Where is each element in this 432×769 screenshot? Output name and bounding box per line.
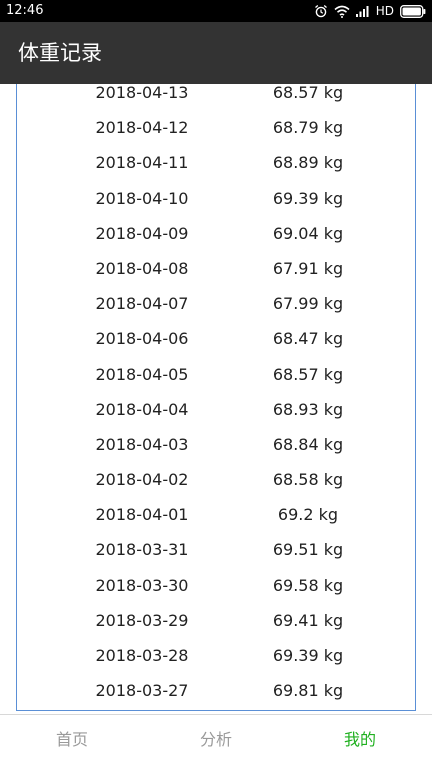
list-item[interactable]: 2018-03-30 69.58 kg bbox=[17, 568, 415, 603]
record-weight: 68.57 kg bbox=[272, 84, 344, 102]
list-item[interactable]: 2018-03-27 69.81 kg bbox=[17, 673, 415, 708]
nav-mine-tab[interactable]: 我的 bbox=[320, 729, 400, 751]
battery-icon bbox=[400, 4, 426, 18]
record-weight: 68.58 kg bbox=[272, 470, 344, 490]
status-time: 12:46 bbox=[6, 3, 44, 18]
bottom-nav: 首页 分析 我的 bbox=[0, 714, 432, 769]
record-weight: 68.57 kg bbox=[272, 364, 344, 384]
list-item[interactable]: 2018-03-28 69.39 kg bbox=[17, 638, 415, 673]
network-type-label: HD bbox=[375, 4, 394, 18]
status-icons: HD bbox=[314, 3, 426, 19]
record-weight: 69.41 kg bbox=[272, 610, 344, 630]
record-weight: 67.99 kg bbox=[272, 294, 344, 314]
record-weight: 67.91 kg bbox=[272, 258, 344, 278]
weight-record-list[interactable]: 2018-04-13 68.57 kg 2018-04-12 68.79 kg 2018… bbox=[16, 84, 416, 711]
record-weight: 68.93 kg bbox=[272, 399, 344, 419]
list-item[interactable]: 2018-03-29 69.41 kg bbox=[17, 603, 415, 638]
wifi-icon bbox=[334, 5, 350, 18]
record-weight: 69.04 kg bbox=[272, 223, 344, 243]
list-item[interactable]: 2018-04-05 68.57 kg bbox=[17, 357, 415, 392]
record-list-content: 2018-04-13 68.57 kg 2018-04-12 68.79 kg 2018… bbox=[17, 84, 415, 708]
record-weight: 68.84 kg bbox=[272, 434, 344, 454]
nav-analysis-tab[interactable]: 分析 bbox=[176, 729, 256, 751]
list-item[interactable]: 2018-03-31 69.51 kg bbox=[17, 532, 415, 567]
list-item[interactable]: 2018-04-06 68.47 kg bbox=[17, 321, 415, 356]
record-weight: 69.39 kg bbox=[272, 188, 344, 208]
list-item[interactable]: 2018-04-12 68.79 kg bbox=[17, 110, 415, 145]
list-item[interactable]: 2018-04-10 69.39 kg bbox=[17, 181, 415, 216]
list-item[interactable]: 2018-04-08 67.91 kg bbox=[17, 251, 415, 286]
record-weight: 69.39 kg bbox=[272, 646, 344, 665]
record-weight: 69.58 kg bbox=[272, 575, 344, 595]
record-weight: 69.51 kg bbox=[272, 540, 344, 560]
record-weight: 68.47 kg bbox=[272, 329, 344, 349]
page-title: 体重记录 bbox=[18, 41, 102, 65]
record-weight: 69.81 kg bbox=[272, 681, 344, 701]
list-item[interactable]: 2018-04-01 69.2 kg bbox=[17, 497, 415, 532]
record-weight: 69.2 kg bbox=[277, 505, 339, 525]
status-bar: 12:46 HD bbox=[0, 0, 432, 22]
list-item[interactable]: 2018-04-13 68.57 kg bbox=[17, 84, 415, 110]
list-item[interactable]: 2018-04-04 68.93 kg bbox=[17, 392, 415, 427]
list-item[interactable]: 2018-04-02 68.58 kg bbox=[17, 462, 415, 497]
list-item[interactable]: 2018-04-07 67.99 kg bbox=[17, 286, 415, 321]
app-bar: 体重记录 bbox=[0, 22, 432, 84]
list-item[interactable]: 2018-04-11 68.89 kg bbox=[17, 145, 415, 180]
nav-home-tab[interactable]: 首页 bbox=[32, 729, 112, 751]
alarm-icon bbox=[314, 4, 328, 18]
signal-icon bbox=[355, 5, 370, 17]
record-weight: 68.89 kg bbox=[272, 153, 344, 173]
record-weight: 68.79 kg bbox=[272, 118, 344, 138]
list-item[interactable]: 2018-04-09 69.04 kg bbox=[17, 216, 415, 251]
list-item[interactable]: 2018-04-03 68.84 kg bbox=[17, 427, 415, 462]
